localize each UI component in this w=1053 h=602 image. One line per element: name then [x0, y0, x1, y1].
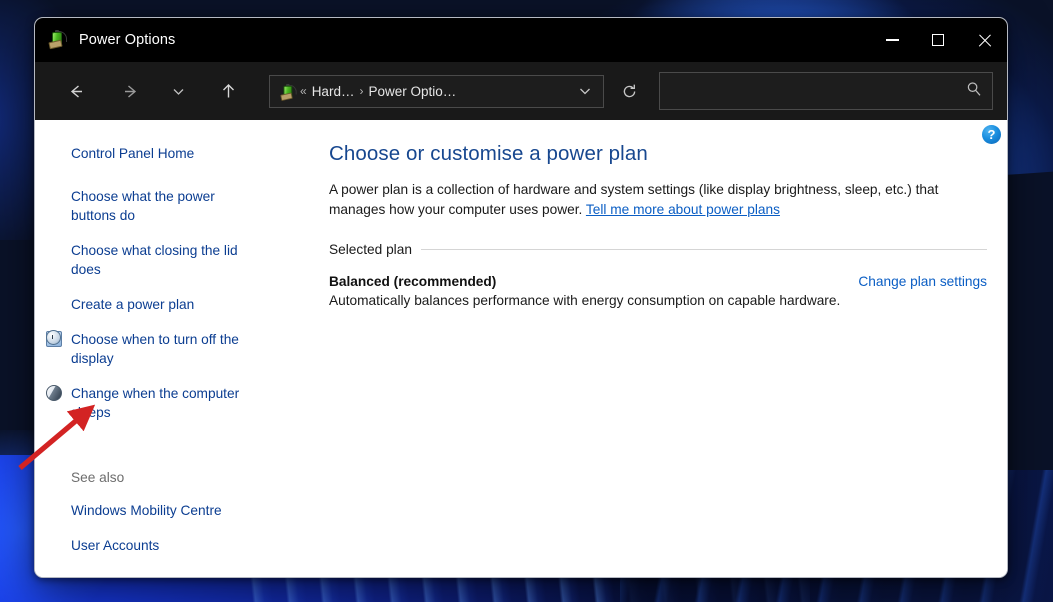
tell-me-more-link[interactable]: Tell me more about power plans — [586, 202, 780, 217]
close-button[interactable] — [961, 18, 1007, 62]
display-icon — [46, 330, 62, 347]
sidebar-item-label: Choose what closing the lid does — [71, 243, 238, 277]
window-title: Power Options — [79, 32, 176, 48]
breadcrumb-item-power-options[interactable]: Power Optio… — [368, 84, 456, 99]
group-header-label: Selected plan — [329, 242, 412, 257]
selected-plan-row: Balanced (recommended) Change plan setti… — [329, 274, 989, 289]
sidebar-item-label: Change when the computer sleeps — [71, 386, 240, 420]
page-description: A power plan is a collection of hardware… — [329, 180, 989, 220]
page-title: Choose or customise a power plan — [329, 142, 648, 165]
minimize-icon — [885, 39, 899, 41]
recent-locations-button[interactable] — [161, 74, 195, 108]
arrow-right-icon — [124, 84, 136, 98]
refresh-icon — [623, 84, 635, 97]
sidebar-item-label: Choose when to turn off the display — [71, 332, 239, 366]
window-titlebar[interactable]: Power Options — [35, 18, 1007, 62]
plan-description: Automatically balances performance with … — [329, 293, 841, 308]
address-dropdown-chevron-icon[interactable] — [573, 78, 597, 104]
help-button[interactable]: ? — [982, 125, 1001, 144]
sidebar-item-power-buttons[interactable]: Choose what the power buttons do — [35, 187, 260, 225]
address-bar[interactable]: « Hard… › Power Optio… — [269, 74, 604, 108]
arrow-up-icon — [222, 83, 234, 97]
sidebar-item-label: User Accounts — [71, 538, 160, 553]
search-box[interactable] — [659, 72, 993, 110]
search-input[interactable] — [670, 83, 966, 99]
desktop: Power Options « Hard… › Power Optio… Con… — [0, 0, 1053, 602]
chevron-down-icon — [173, 88, 183, 95]
see-also-section: See also Windows Mobility Centre User Ac… — [35, 470, 315, 577]
sidebar-item-control-panel-home[interactable]: Control Panel Home — [35, 144, 260, 163]
minimize-button[interactable] — [869, 18, 915, 62]
close-icon — [977, 33, 992, 48]
selected-plan-group-header: Selected plan — [329, 242, 989, 257]
forward-button[interactable] — [113, 74, 147, 108]
sidebar-item-closing-lid[interactable]: Choose what closing the lid does — [35, 241, 260, 279]
sleep-moon-icon — [46, 385, 62, 401]
sidebar: Control Panel Home Choose what the power… — [35, 120, 315, 577]
back-button[interactable] — [59, 74, 93, 108]
maximize-button[interactable] — [915, 18, 961, 62]
group-header-rule — [420, 249, 987, 250]
change-plan-settings-link[interactable]: Change plan settings — [858, 274, 987, 289]
refresh-button[interactable] — [614, 76, 644, 106]
sidebar-item-windows-mobility-centre[interactable]: Windows Mobility Centre — [35, 501, 260, 520]
up-button[interactable] — [211, 74, 245, 108]
breadcrumb-overflow-icon[interactable]: « — [300, 84, 307, 98]
window-controls — [869, 18, 1007, 62]
power-battery-icon — [47, 30, 67, 50]
power-options-window: Power Options « Hard… › Power Optio… Con… — [34, 17, 1008, 578]
sidebar-item-user-accounts[interactable]: User Accounts — [35, 536, 260, 555]
main-content: ? Choose or customise a power plan A pow… — [315, 120, 1007, 577]
sidebar-item-label: Control Panel Home — [71, 146, 195, 161]
maximize-icon — [932, 34, 944, 46]
sidebar-item-label: Windows Mobility Centre — [71, 503, 222, 518]
navigation-toolbar: « Hard… › Power Optio… — [35, 62, 1007, 120]
see-also-label: See also — [71, 470, 125, 485]
breadcrumb-separator-icon: › — [359, 84, 364, 98]
window-body: Control Panel Home Choose what the power… — [35, 120, 1007, 577]
search-icon[interactable] — [966, 81, 982, 101]
sidebar-item-label: Create a power plan — [71, 297, 195, 312]
sidebar-item-label: Choose what the power buttons do — [71, 189, 215, 223]
power-battery-icon — [279, 83, 297, 101]
sidebar-item-create-power-plan[interactable]: Create a power plan — [35, 295, 260, 314]
breadcrumb-item-hardware[interactable]: Hard… — [312, 84, 355, 99]
sidebar-item-computer-sleeps[interactable]: Change when the computer sleeps — [35, 384, 260, 422]
sidebar-item-turn-off-display[interactable]: Choose when to turn off the display — [35, 330, 260, 368]
chevron-down-icon — [580, 88, 590, 95]
plan-name: Balanced (recommended) — [329, 274, 497, 289]
arrow-left-icon — [70, 84, 82, 98]
